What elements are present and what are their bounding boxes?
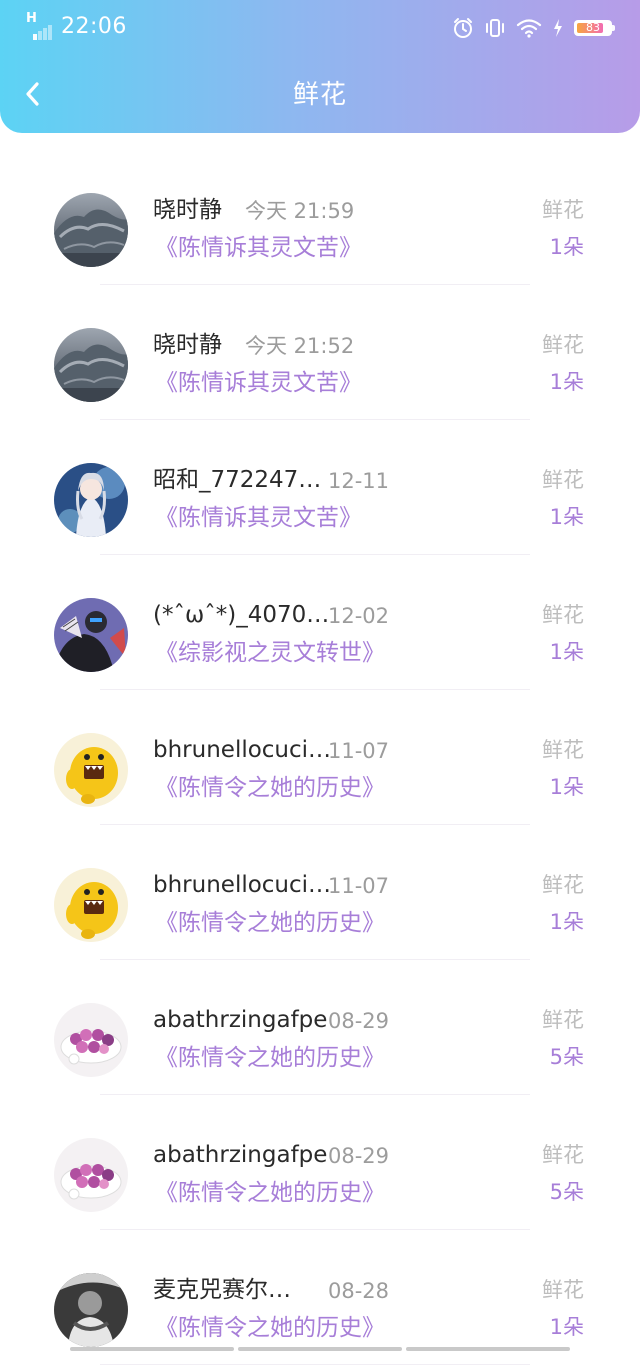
gift-count: 1朵 bbox=[549, 775, 584, 799]
record-item[interactable]: bhrunellocuci… 11-07 《陈情令之她的历史》 鲜花 1朵 bbox=[0, 825, 640, 960]
book-title[interactable]: 《陈情令之她的历史》 bbox=[155, 1177, 385, 1209]
record-item[interactable]: abathrzingafpe 08-29 《陈情令之她的历史》 鲜花 5朵 bbox=[0, 1095, 640, 1230]
gift-count: 1朵 bbox=[549, 235, 584, 259]
avatar[interactable] bbox=[54, 1003, 128, 1077]
status-bar: H 22:06 83 bbox=[0, 0, 640, 56]
timestamp: 12-02 bbox=[328, 604, 390, 628]
record-item[interactable]: (*ˆωˆ*)_4070… 12-02 《综影视之灵文转世》 鲜花 1朵 bbox=[0, 555, 640, 690]
scroll-indicator bbox=[70, 1347, 570, 1351]
avatar[interactable] bbox=[54, 1138, 128, 1212]
user-name: 昭和_772247… bbox=[153, 467, 322, 493]
charging-icon bbox=[552, 18, 564, 38]
gift-type: 鲜花 bbox=[542, 468, 584, 492]
gift-count: 5朵 bbox=[549, 1045, 584, 1069]
user-name: bhrunellocuci… bbox=[153, 872, 332, 898]
gift-count: 1朵 bbox=[549, 910, 584, 934]
timestamp: 11-07 bbox=[328, 739, 390, 763]
gift-type: 鲜花 bbox=[542, 738, 584, 762]
avatar[interactable] bbox=[54, 193, 128, 267]
record-item[interactable]: 晓时静 今天 21:52 《陈情诉其灵文苦》 鲜花 1朵 bbox=[0, 285, 640, 420]
user-name: abathrzingafpe bbox=[153, 1007, 328, 1033]
gift-count: 1朵 bbox=[549, 505, 584, 529]
flower-record-list: 晓时静 今天 21:59 《陈情诉其灵文苦》 鲜花 1朵 晓时静 今天 21:52 《陈情诉其… bbox=[0, 150, 640, 1365]
gift-count: 1朵 bbox=[549, 370, 584, 394]
timestamp: 08-28 bbox=[328, 1279, 390, 1303]
book-title[interactable]: 《陈情令之她的历史》 bbox=[155, 1312, 385, 1344]
avatar[interactable] bbox=[54, 868, 128, 942]
book-title[interactable]: 《陈情诉其灵文苦》 bbox=[155, 367, 362, 399]
user-name: (*ˆωˆ*)_4070… bbox=[153, 602, 330, 628]
gift-type: 鲜花 bbox=[542, 873, 584, 897]
book-title[interactable]: 《陈情诉其灵文苦》 bbox=[155, 502, 362, 534]
book-title[interactable]: 《陈情令之她的历史》 bbox=[155, 907, 385, 939]
vibrate-icon bbox=[484, 17, 506, 39]
record-item[interactable]: bhrunellocuci… 11-07 《陈情令之她的历史》 鲜花 1朵 bbox=[0, 690, 640, 825]
avatar[interactable] bbox=[54, 328, 128, 402]
record-item[interactable]: abathrzingafpe 08-29 《陈情令之她的历史》 鲜花 5朵 bbox=[0, 960, 640, 1095]
alarm-icon bbox=[452, 17, 474, 39]
avatar[interactable] bbox=[54, 733, 128, 807]
timestamp: 12-11 bbox=[328, 469, 390, 493]
timestamp: 今天 21:52 bbox=[245, 334, 355, 358]
book-title[interactable]: 《综影视之灵文转世》 bbox=[155, 637, 385, 669]
record-item[interactable]: 麦克兕赛尔… 08-28 《陈情令之她的历史》 鲜花 1朵 bbox=[0, 1230, 640, 1365]
timestamp: 11-07 bbox=[328, 874, 390, 898]
book-title[interactable]: 《陈情诉其灵文苦》 bbox=[155, 232, 362, 264]
book-title[interactable]: 《陈情令之她的历史》 bbox=[155, 772, 385, 804]
timestamp: 08-29 bbox=[328, 1144, 390, 1168]
gift-count: 1朵 bbox=[549, 640, 584, 664]
user-name: 晓时静 bbox=[153, 332, 222, 358]
avatar[interactable] bbox=[54, 463, 128, 537]
user-name: bhrunellocuci… bbox=[153, 737, 332, 763]
record-item[interactable]: 晓时静 今天 21:59 《陈情诉其灵文苦》 鲜花 1朵 bbox=[0, 150, 640, 285]
network-type: H bbox=[26, 11, 37, 26]
signal-icon: H bbox=[26, 11, 56, 40]
gift-count: 5朵 bbox=[549, 1180, 584, 1204]
status-icons: 83 bbox=[452, 14, 615, 42]
user-name: 晓时静 bbox=[153, 197, 222, 223]
gift-type: 鲜花 bbox=[542, 198, 584, 222]
gift-type: 鲜花 bbox=[542, 1143, 584, 1167]
gift-count: 1朵 bbox=[549, 1315, 584, 1339]
user-name: abathrzingafpe bbox=[153, 1142, 328, 1168]
timestamp: 08-29 bbox=[328, 1009, 390, 1033]
record-item[interactable]: 昭和_772247… 12-11 《陈情诉其灵文苦》 鲜花 1朵 bbox=[0, 420, 640, 555]
avatar[interactable] bbox=[54, 598, 128, 672]
page-title: 鲜花 bbox=[292, 80, 347, 110]
wifi-icon bbox=[516, 17, 542, 39]
status-time: 22:06 bbox=[61, 14, 127, 39]
book-title[interactable]: 《陈情令之她的历史》 bbox=[155, 1042, 385, 1074]
gift-type: 鲜花 bbox=[542, 1278, 584, 1302]
gift-type: 鲜花 bbox=[542, 333, 584, 357]
timestamp: 今天 21:59 bbox=[245, 199, 355, 223]
user-name: 麦克兕赛尔… bbox=[153, 1277, 291, 1303]
app-header: H 22:06 83 鲜花 bbox=[0, 0, 640, 133]
gift-type: 鲜花 bbox=[542, 1008, 584, 1032]
battery-percent: 83 bbox=[586, 21, 600, 34]
battery-indicator: 83 bbox=[574, 20, 615, 36]
avatar[interactable] bbox=[54, 1273, 128, 1347]
gift-type: 鲜花 bbox=[542, 603, 584, 627]
